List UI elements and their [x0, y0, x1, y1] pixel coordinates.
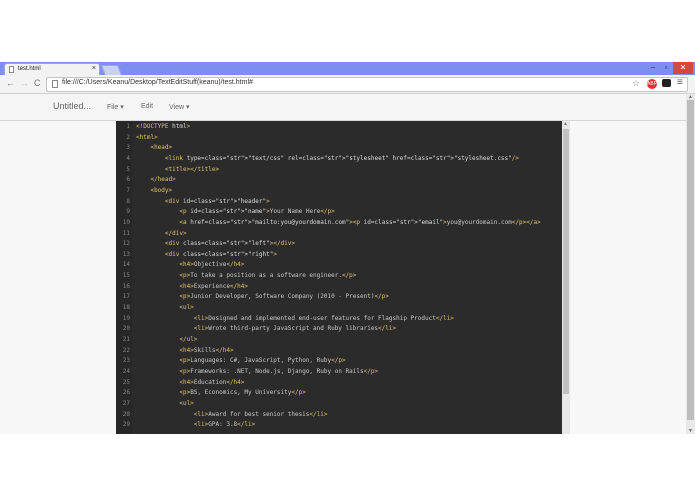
line-number: 5: [126, 165, 130, 173]
line-number: 18: [122, 304, 130, 312]
page-icon: [9, 66, 14, 73]
code-text[interactable]: <link type=class="str">"text/css" rel=cl…: [136, 155, 519, 162]
code-text[interactable]: <html>: [136, 134, 158, 141]
line-number: 21: [122, 336, 130, 343]
editor-area: 1 <!DOCTYPE html> 2 <html> 3 <head> 4 <link t…: [0, 121, 686, 434]
address-bar[interactable]: file:///C:/Users/Keanu/Desktop/TextEditS…: [46, 77, 688, 92]
app-header: Untitled... File ▾ Edit View ▾: [0, 94, 695, 121]
line-number: 16: [122, 282, 130, 290]
code-text[interactable]: <div class=class="str">"right">: [136, 251, 277, 258]
code-text[interactable]: <p>Languages: C#, JavaScript, Python, Ru…: [136, 357, 345, 364]
line-number: 12: [122, 240, 130, 248]
line-number: 17: [122, 293, 130, 301]
code-text[interactable]: </ul>: [136, 336, 197, 343]
code-text[interactable]: <ul>: [136, 304, 193, 311]
code-text[interactable]: </head>: [136, 176, 175, 183]
code-text[interactable]: <h4>Objective</h4>: [136, 261, 244, 268]
line-number: 1: [126, 123, 130, 130]
code-editor[interactable]: 1 <!DOCTYPE html> 2 <html> 3 <head> 4 <link t…: [116, 121, 562, 434]
line-number: 4: [126, 154, 130, 162]
browser-toolbar: ← → C file:///C:/Users/Keanu/Desktop/Tex…: [0, 75, 695, 94]
line-number: 22: [122, 346, 130, 354]
browser-menu-icon[interactable]: ≡: [677, 77, 683, 88]
code-text[interactable]: <h4>Experience</h4>: [136, 283, 248, 290]
line-number: 13: [122, 250, 130, 258]
line-number: 9: [126, 208, 130, 216]
url-text[interactable]: file:///C:/Users/Keanu/Desktop/TextEditS…: [62, 79, 253, 86]
bookmark-star-icon[interactable]: ☆: [632, 78, 640, 89]
code-text[interactable]: <li>Designed and implemented end-user fe…: [136, 315, 454, 322]
menu-file[interactable]: File ▾: [107, 103, 124, 111]
line-number: 11: [122, 229, 130, 237]
line-number: 19: [122, 314, 130, 322]
title-bar: test.html × – ▫ ✕: [0, 62, 695, 76]
code-text[interactable]: <p>BS, Economics, My University</p>: [136, 389, 305, 396]
line-number: 15: [122, 272, 130, 280]
code-text[interactable]: <p>Junior Developer, Software Company (2…: [136, 293, 389, 300]
page-scrollbar[interactable]: ▲ ▼: [686, 94, 695, 434]
line-number: 24: [122, 367, 130, 375]
code-text[interactable]: <head>: [136, 144, 172, 151]
code-text[interactable]: <a href=class="str">"mailto:you@yourdoma…: [136, 219, 540, 226]
adblock-extension-icon[interactable]: ABP: [647, 79, 657, 89]
line-number: 6: [126, 176, 130, 184]
editor-scroll-thumb[interactable]: [563, 129, 569, 394]
code-text[interactable]: <li>GPA: 3.8</li>: [136, 421, 255, 428]
scroll-up-icon[interactable]: ▲: [563, 121, 568, 127]
tab-title: test.html: [18, 66, 41, 72]
line-number: 29: [122, 421, 130, 429]
line-number: 20: [122, 325, 130, 333]
line-number: 23: [122, 357, 130, 365]
code-text[interactable]: <div class=class="str">"left"></div>: [136, 240, 295, 247]
line-number: 25: [122, 378, 130, 386]
minimize-button[interactable]: –: [646, 62, 660, 74]
line-number: 2: [126, 133, 130, 141]
menu-view[interactable]: View ▾: [169, 103, 190, 111]
code-text[interactable]: <div id=class="str">"header">: [136, 198, 270, 205]
chat-extension-icon[interactable]: [662, 79, 671, 87]
forward-arrow-icon[interactable]: →: [20, 78, 29, 88]
page-scroll-down-icon[interactable]: ▼: [688, 428, 693, 434]
file-page-icon: [52, 80, 58, 88]
code-text[interactable]: <p id=class="str">"name">Your Name Here<…: [136, 208, 334, 215]
editor-scrollbar[interactable]: ▲: [562, 121, 570, 434]
code-text[interactable]: <p>To take a position as a software engi…: [136, 272, 356, 279]
menu-edit[interactable]: Edit: [141, 103, 153, 110]
line-number: 7: [126, 186, 130, 194]
code-text[interactable]: <!DOCTYPE html>: [136, 123, 190, 130]
code-text[interactable]: <h4>Skills</h4>: [136, 347, 233, 354]
page-scroll-thumb[interactable]: [687, 100, 694, 420]
maximize-button[interactable]: ▫: [659, 62, 673, 74]
browser-window: test.html × – ▫ ✕ ← → C file:///C:/Users…: [0, 62, 695, 434]
line-number: 26: [122, 389, 130, 397]
code-text[interactable]: <p>Frameworks: .NET, Node.js, Django, Ru…: [136, 368, 378, 375]
code-text[interactable]: </div>: [136, 230, 187, 237]
line-number: 28: [122, 410, 130, 418]
code-text[interactable]: <ul>: [136, 400, 193, 407]
line-number: 14: [122, 261, 130, 269]
code-text[interactable]: <li>Award for best senior thesis</li>: [136, 411, 328, 418]
code-text[interactable]: <li>Wrote third-party JavaScript and Rub…: [136, 325, 396, 332]
code-text[interactable]: <body>: [136, 187, 172, 194]
document-title[interactable]: Untitled...: [53, 101, 91, 111]
line-number: 10: [122, 218, 130, 226]
tab-close-icon[interactable]: ×: [92, 65, 96, 72]
line-number: 3: [126, 144, 130, 152]
line-number: 8: [126, 197, 130, 205]
code-text[interactable]: <h4>Education</h4>: [136, 379, 244, 386]
back-arrow-icon[interactable]: ←: [6, 78, 15, 88]
close-window-button[interactable]: ✕: [673, 62, 693, 74]
line-number: 27: [122, 399, 130, 407]
reload-icon[interactable]: C: [34, 78, 41, 88]
code-text[interactable]: <title></title>: [136, 166, 219, 173]
